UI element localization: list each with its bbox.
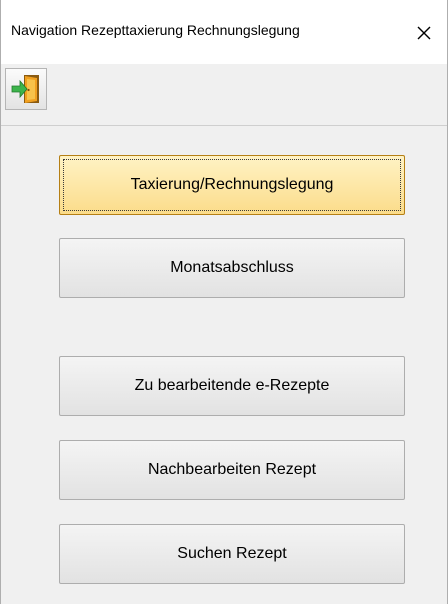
zu-bearbeitende-e-rezepte-button[interactable]: Zu bearbeitende e-Rezepte: [59, 356, 405, 416]
app-window: Navigation Rezepttaxierung Rechnungslegu…: [0, 0, 448, 604]
navigation-menu: Taxierung/Rechnungslegung Monatsabschlus…: [1, 127, 447, 604]
monatsabschluss-button[interactable]: Monatsabschluss: [59, 238, 405, 298]
window-title: Navigation Rezepttaxierung Rechnungslegu…: [11, 22, 300, 38]
close-button[interactable]: [407, 16, 441, 50]
exit-door-icon: [11, 75, 39, 103]
suchen-rezept-button[interactable]: Suchen Rezept: [59, 524, 405, 584]
button-label: Zu bearbeitende e-Rezepte: [134, 377, 330, 394]
nachbearbeiten-rezept-button[interactable]: Nachbearbeiten Rezept: [59, 440, 405, 500]
close-icon: [417, 26, 431, 40]
exit-button[interactable]: [5, 68, 47, 110]
taxierung-rechnungslegung-button[interactable]: Taxierung/Rechnungslegung: [59, 155, 405, 215]
toolbar: [1, 64, 447, 126]
button-label: Monatsabschluss: [170, 259, 294, 276]
title-bar: Navigation Rezepttaxierung Rechnungslegu…: [1, 0, 447, 64]
button-label: Taxierung/Rechnungslegung: [130, 176, 334, 193]
button-label: Suchen Rezept: [177, 545, 287, 562]
button-label: Nachbearbeiten Rezept: [147, 461, 317, 478]
